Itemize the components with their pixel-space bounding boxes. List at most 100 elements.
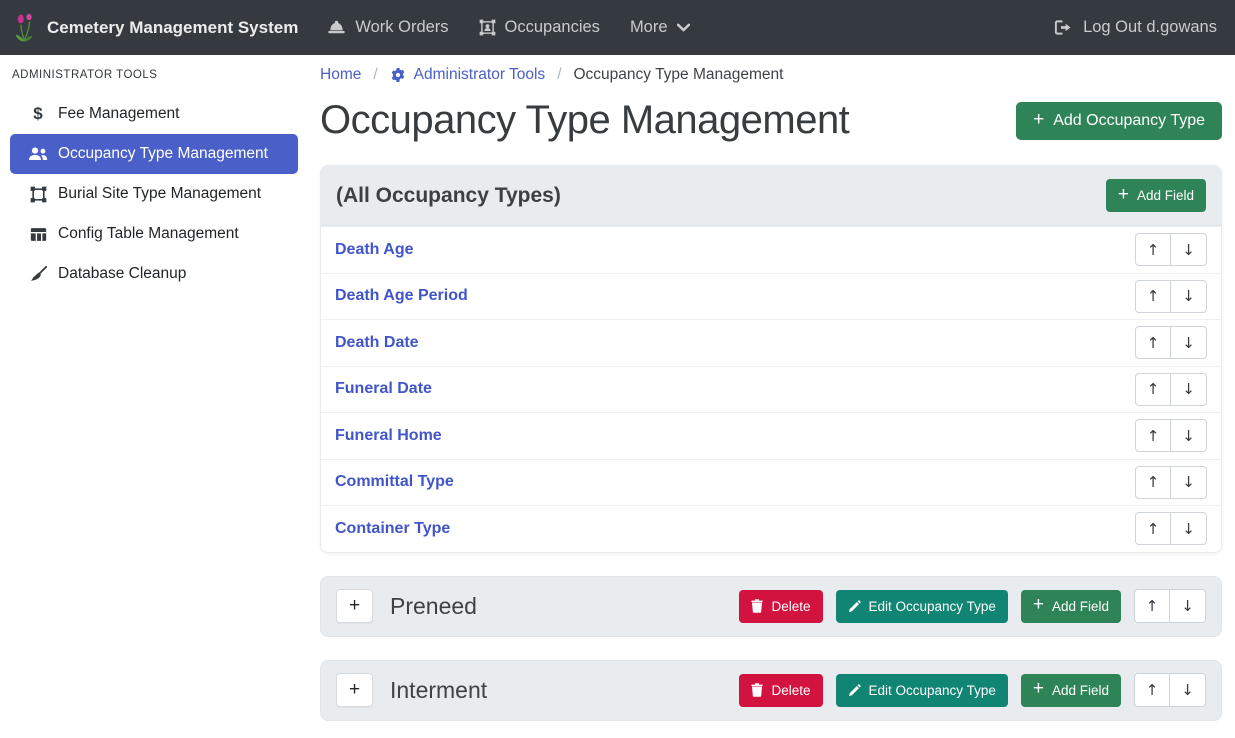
add-field-button[interactable]: + Add Field <box>1021 590 1121 623</box>
arrow-down-icon: ↓ <box>1182 241 1195 259</box>
move-down-button[interactable]: ↓ <box>1171 233 1207 266</box>
move-up-button[interactable]: ↑ <box>1135 512 1171 545</box>
top-navbar: Cemetery Management System Work Orders <box>0 0 1235 55</box>
breadcrumb-home[interactable]: Home <box>320 66 361 84</box>
section-preneed-title: Preneed <box>390 593 477 620</box>
edit-occupancy-type-label: Edit Occupancy Type <box>869 599 996 614</box>
pencil-icon <box>848 600 861 613</box>
occupancy-frame-icon <box>479 19 496 36</box>
arrow-down-icon: ↓ <box>1181 681 1194 699</box>
edit-occupancy-type-button[interactable]: Edit Occupancy Type <box>836 674 1008 707</box>
breadcrumb-current: Occupancy Type Management <box>574 66 784 84</box>
move-down-button[interactable]: ↓ <box>1171 373 1207 406</box>
reorder-button-group: ↑ ↓ <box>1134 589 1206 623</box>
delete-label: Delete <box>771 683 810 698</box>
section-interment-title: Interment <box>390 677 487 704</box>
users-icon <box>27 147 49 161</box>
move-down-button[interactable]: ↓ <box>1170 589 1206 623</box>
delete-button[interactable]: Delete <box>739 590 822 623</box>
section-interment-actions: Delete Edit Occupancy Type + Add Field <box>739 673 1206 707</box>
field-link-committal-type[interactable]: Committal Type <box>335 473 454 491</box>
add-field-button[interactable]: + Add Field <box>1106 179 1206 212</box>
add-field-button[interactable]: + Add Field <box>1021 674 1121 707</box>
nav-occupancies-label: Occupancies <box>505 18 600 37</box>
main-content: Home / Administrator Tools / Occupancy T… <box>310 55 1235 738</box>
add-occupancy-type-label: Add Occupancy Type <box>1053 112 1205 130</box>
sidebar-item-label: Config Table Management <box>58 225 239 243</box>
edit-occupancy-type-label: Edit Occupancy Type <box>869 683 996 698</box>
sidebar-item-label: Burial Site Type Management <box>58 185 261 203</box>
move-down-button[interactable]: ↓ <box>1171 280 1207 313</box>
move-up-button[interactable]: ↑ <box>1135 326 1171 359</box>
sidebar-item-fee-management[interactable]: $ Fee Management <box>10 94 298 134</box>
field-link-funeral-home[interactable]: Funeral Home <box>335 427 442 445</box>
breadcrumb-home-label: Home <box>320 66 361 84</box>
sidebar-item-label: Database Cleanup <box>58 265 186 283</box>
move-up-button[interactable]: ↑ <box>1135 373 1171 406</box>
logout-label: Log Out d.gowans <box>1083 18 1217 37</box>
logout-button[interactable]: Log Out d.gowans <box>1054 18 1221 37</box>
field-row: Death Age ↑ ↓ <box>321 226 1221 273</box>
sidebar-item-database-cleanup[interactable]: Database Cleanup <box>10 254 298 294</box>
vector-square-icon <box>27 186 49 203</box>
arrow-up-icon: ↑ <box>1147 427 1160 445</box>
field-link-death-age-period[interactable]: Death Age Period <box>335 287 468 305</box>
delete-button[interactable]: Delete <box>739 674 822 707</box>
nav-more-label: More <box>630 18 668 37</box>
reorder-button-group: ↑ ↓ <box>1134 673 1206 707</box>
app-title: Cemetery Management System <box>47 18 298 38</box>
arrow-up-icon: ↑ <box>1146 681 1159 699</box>
nav-occupancies[interactable]: Occupancies <box>464 18 615 37</box>
move-down-button[interactable]: ↓ <box>1171 419 1207 452</box>
sidebar-item-config-table-management[interactable]: Config Table Management <box>10 214 298 254</box>
reorder-button-group: ↑ ↓ <box>1135 233 1207 266</box>
arrow-down-icon: ↓ <box>1182 287 1195 305</box>
delete-label: Delete <box>771 599 810 614</box>
sidebar-item-burial-site-type-management[interactable]: Burial Site Type Management <box>10 174 298 214</box>
move-up-button[interactable]: ↑ <box>1134 589 1170 623</box>
edit-occupancy-type-button[interactable]: Edit Occupancy Type <box>836 590 1008 623</box>
nav-more[interactable]: More <box>615 18 705 37</box>
move-down-button[interactable]: ↓ <box>1171 512 1207 545</box>
move-up-button[interactable]: ↑ <box>1135 419 1171 452</box>
nav-work-orders-label: Work Orders <box>355 18 448 37</box>
page-title: Occupancy Type Management <box>320 97 849 143</box>
move-down-button[interactable]: ↓ <box>1171 466 1207 499</box>
move-up-button[interactable]: ↑ <box>1134 673 1170 707</box>
expand-interment-button[interactable]: + <box>336 673 373 707</box>
field-link-funeral-date[interactable]: Funeral Date <box>335 380 432 398</box>
arrow-down-icon: ↓ <box>1182 520 1195 538</box>
section-preneed: + Preneed Delete <box>320 576 1222 637</box>
reorder-button-group: ↑ ↓ <box>1135 466 1207 499</box>
breadcrumb-separator: / <box>373 66 377 84</box>
broom-icon <box>27 266 49 283</box>
reorder-button-group: ↑ ↓ <box>1135 280 1207 313</box>
move-up-button[interactable]: ↑ <box>1135 280 1171 313</box>
move-up-button[interactable]: ↑ <box>1135 466 1171 499</box>
nav-work-orders[interactable]: Work Orders <box>312 18 463 37</box>
sidebar: ADMINISTRATOR TOOLS $ Fee Management Occ… <box>0 55 310 738</box>
expand-preneed-button[interactable]: + <box>336 589 373 623</box>
field-link-death-date[interactable]: Death Date <box>335 334 419 352</box>
section-preneed-actions: Delete Edit Occupancy Type + Add Field <box>739 589 1206 623</box>
hard-hat-icon <box>327 20 346 35</box>
all-occupancy-types-title: (All Occupancy Types) <box>336 184 561 208</box>
dollar-icon: $ <box>27 104 49 124</box>
sidebar-item-label: Fee Management <box>58 105 180 123</box>
move-down-button[interactable]: ↓ <box>1171 326 1207 359</box>
arrow-up-icon: ↑ <box>1147 334 1160 352</box>
field-link-container-type[interactable]: Container Type <box>335 520 450 538</box>
field-row: Committal Type ↑ ↓ <box>321 459 1221 506</box>
move-down-button[interactable]: ↓ <box>1170 673 1206 707</box>
field-link-death-age[interactable]: Death Age <box>335 241 414 259</box>
breadcrumb-administrator-tools[interactable]: Administrator Tools <box>390 66 546 84</box>
sidebar-item-occupancy-type-management[interactable]: Occupancy Type Management <box>10 134 298 174</box>
app-brand[interactable]: Cemetery Management System <box>14 13 298 43</box>
chevron-down-icon <box>677 23 690 32</box>
reorder-button-group: ↑ ↓ <box>1135 373 1207 406</box>
move-up-button[interactable]: ↑ <box>1135 233 1171 266</box>
field-row: Death Date ↑ ↓ <box>321 319 1221 366</box>
arrow-down-icon: ↓ <box>1181 597 1194 615</box>
reorder-button-group: ↑ ↓ <box>1135 512 1207 545</box>
add-occupancy-type-button[interactable]: + Add Occupancy Type <box>1016 102 1222 140</box>
